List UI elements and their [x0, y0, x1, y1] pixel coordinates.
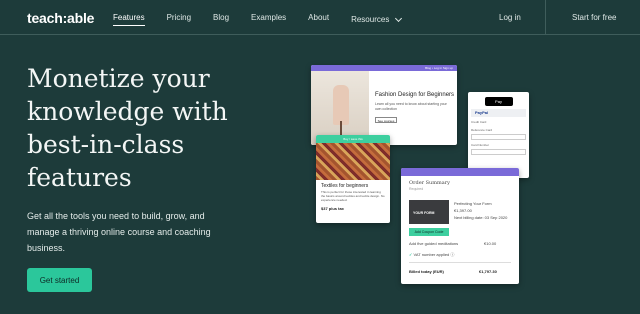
mockup-topbar-text: Blog • Log in Sign up	[425, 66, 453, 70]
see-courses-button: See courses	[375, 117, 397, 123]
vat-line: ✓ VAT number applied ⓘ	[409, 252, 454, 258]
fabric-image	[316, 143, 390, 180]
thumbnail-text: YOUR FORM	[413, 211, 435, 215]
nav-resources[interactable]: Resources	[351, 13, 423, 26]
card-number-field	[471, 149, 526, 155]
order-product-price: €1,397.00	[454, 208, 472, 213]
top-nav: teach:able Features Pricing Blog Example…	[0, 0, 640, 35]
apple-pay-button: Pay	[484, 97, 513, 106]
order-subtitle: Required	[409, 187, 424, 191]
info-icon: ⓘ	[450, 252, 455, 257]
mannequin-body	[333, 85, 349, 125]
product-title: Textiles for beginners	[321, 183, 369, 189]
reference-card-label: Reference Card	[471, 128, 493, 132]
mannequin-image	[311, 71, 369, 145]
hero-subtext: Get all the tools you need to build, gro…	[27, 211, 211, 253]
product-card-mockup: Buy / save this Textiles for beginners T…	[316, 135, 390, 223]
buy-button: Buy / save this	[316, 135, 390, 143]
order-product-name: Perfecting Your Form	[454, 201, 492, 206]
credit-card-label: Credit Card	[471, 120, 487, 124]
card-number-label: Card Number	[471, 143, 490, 147]
add-coupon-button: Add Coupon Code	[409, 228, 449, 236]
nav-links: Features Pricing Blog Examples About Res…	[113, 13, 445, 26]
nav-examples[interactable]: Examples	[251, 13, 286, 26]
course-page-mockup: Blog • Log in Sign up Fashion Design for…	[311, 65, 457, 145]
vat-label: VAT number applied	[413, 252, 450, 257]
nav-pricing[interactable]: Pricing	[167, 13, 191, 26]
nav-resources-label: Resources	[351, 15, 390, 24]
order-title: Order Summary	[409, 180, 450, 186]
product-price: $37 plus tax	[321, 206, 344, 211]
course-title: Fashion Design for Beginners	[375, 92, 455, 98]
nav-about[interactable]: About	[308, 13, 329, 26]
nav-divider	[545, 0, 546, 35]
apple-pay-label: Pay	[495, 99, 502, 104]
course-description: Learn all you need to know about startin…	[375, 102, 447, 111]
check-icon: ✓	[409, 252, 413, 257]
start-free-link[interactable]: Start for free	[572, 13, 616, 22]
reference-card-field	[471, 134, 526, 140]
product-thumbnail: YOUR FORM	[409, 200, 449, 224]
nav-features[interactable]: Features	[113, 13, 145, 26]
addon-price: €10.00	[484, 241, 497, 246]
order-summary-mockup: Order Summary Required YOUR FORM Perfect…	[401, 168, 519, 284]
billed-today-label: Billed today (EUR)	[409, 269, 444, 274]
chevron-down-icon	[395, 14, 403, 22]
payment-mockup: Pay PayPal Credit Card Reference Card Ca…	[468, 92, 529, 178]
nav-blog[interactable]: Blog	[213, 13, 229, 26]
order-topbar	[401, 168, 519, 176]
order-product-info: Perfecting Your Form €1,397.00 Next bill…	[454, 200, 507, 221]
product-description: This is perfect for those interested in …	[321, 190, 385, 202]
login-link[interactable]: Log in	[499, 13, 521, 22]
hero-headline: Monetize your knowledge with best-in-cla…	[27, 64, 228, 192]
get-started-button[interactable]: Get started	[27, 268, 92, 292]
teachable-logo[interactable]: teach:able	[27, 10, 94, 26]
billed-today-price: €1,797.30	[479, 269, 497, 274]
order-billing-note: Next billing date: 03 Sep 2020	[454, 215, 508, 220]
addon-label: Add five guided meditations	[409, 241, 459, 246]
order-divider	[409, 262, 511, 263]
paypal-option: PayPal	[471, 109, 526, 117]
